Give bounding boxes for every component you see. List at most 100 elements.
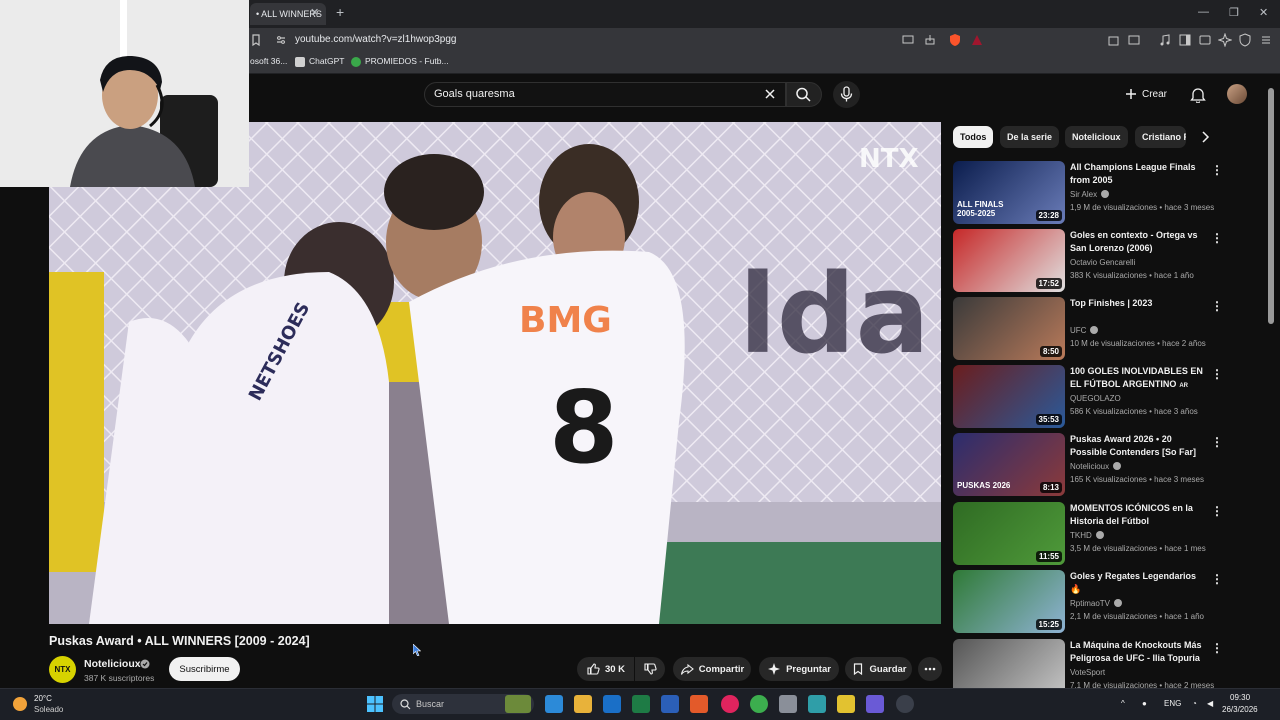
rec-thumbnail[interactable]: 35:53 [953, 365, 1065, 428]
rec-channel[interactable]: Noteliciouх [1070, 462, 1122, 471]
bookmark-chatgpt[interactable]: ChatGPT [309, 56, 344, 66]
brave-rewards-icon[interactable] [970, 33, 984, 47]
voice-search-button[interactable] [833, 81, 860, 108]
excel-icon[interactable] [632, 695, 650, 713]
browser-menu-icon[interactable] [1259, 33, 1273, 47]
rec-thumbnail[interactable]: 17:52 [953, 229, 1065, 292]
rec-thumbnail[interactable]: 11:55 [953, 502, 1065, 565]
wifi-icon[interactable]: ◔ [1192, 699, 1197, 708]
more-vertical-icon[interactable]: ⋮ [1211, 367, 1223, 381]
rec-thumbnail[interactable]: 15:25 [953, 570, 1065, 633]
site-settings-icon[interactable] [274, 33, 288, 47]
rec-item[interactable]: 35:53 100 GOLES INOLVIDABLES EN EL FÚTBOL… [953, 365, 1233, 429]
vpn-shield-icon[interactable] [1238, 33, 1252, 47]
search-button[interactable] [786, 82, 822, 107]
more-vertical-icon[interactable]: ⋮ [1211, 299, 1223, 313]
save-button[interactable]: Guardar [845, 657, 912, 681]
rec-title[interactable]: MOMENTOS ICÓNICOS en la Historia del Fút… [1070, 502, 1206, 528]
rec-title[interactable]: Goles y Regates Legendarios 🔥 [1070, 570, 1206, 596]
ask-button[interactable]: Preguntar [759, 657, 839, 681]
rec-channel[interactable]: RptimaoTV [1070, 599, 1123, 608]
rec-title[interactable]: Top Finishes | 2023 [1070, 297, 1206, 310]
rec-channel[interactable]: UFC [1070, 326, 1099, 335]
notifications-bell-icon[interactable] [1190, 86, 1206, 103]
create-button[interactable]: Crear [1124, 82, 1174, 106]
more-vertical-icon[interactable]: ⋮ [1211, 163, 1223, 177]
video-player[interactable]: lda BMG 8 NETSHOES NTX [49, 122, 941, 624]
chrome-icon[interactable] [750, 695, 768, 713]
app-icon-notification[interactable] [896, 695, 914, 713]
more-vertical-icon[interactable]: ⋮ [1211, 572, 1223, 586]
rec-title[interactable]: All Champions League Finals from 2005 [1070, 161, 1206, 187]
rec-thumbnail[interactable]: 8:50 [953, 297, 1065, 360]
dislike-button[interactable] [635, 657, 665, 681]
rec-thumbnail[interactable]: ALL FINALS 2005-2025 23:28 [953, 161, 1065, 224]
teams-icon[interactable] [866, 695, 884, 713]
rec-title[interactable]: 100 GOLES INOLVIDABLES EN EL FÚTBOL ARGE… [1070, 365, 1206, 392]
media-player-icon[interactable] [721, 695, 739, 713]
tab-close-icon[interactable]: ✕ [310, 6, 319, 19]
outlook-icon[interactable] [603, 695, 621, 713]
more-actions-button[interactable] [918, 657, 942, 681]
clock-time[interactable]: 09:30 [1230, 693, 1250, 702]
url-field[interactable]: youtube.com/watch?v=zl1hwop3pgg [295, 34, 457, 45]
rec-item[interactable]: 11:55 MOMENTOS ICÓNICOS en la Historia de… [953, 502, 1233, 566]
weather-sun-icon[interactable] [13, 697, 27, 711]
more-vertical-icon[interactable]: ⋮ [1211, 231, 1223, 245]
rec-item[interactable]: PUSKAS 2026 8:13 Puskas Award 2026 • 20 Po… [953, 433, 1233, 497]
rec-item[interactable]: ALL FINALS 2005-2025 23:28 All Champions L… [953, 161, 1233, 225]
chevron-right-icon[interactable] [1198, 130, 1212, 144]
cast-icon[interactable] [901, 33, 915, 47]
chip-channel[interactable]: Noteliciouх [1065, 126, 1128, 148]
volume-icon[interactable]: ◀ [1207, 699, 1213, 708]
bookmark-icon[interactable] [249, 33, 263, 47]
minimize-icon[interactable]: — [1198, 6, 1209, 18]
rec-thumbnail[interactable]: PUSKAS 2026 8:13 [953, 433, 1065, 496]
vscode-icon[interactable] [545, 695, 563, 713]
extensions-icon[interactable] [1107, 33, 1121, 47]
like-button[interactable]: 30 K [577, 657, 634, 681]
bookmark-microsoft[interactable]: osoft 36... [250, 56, 287, 66]
rec-channel[interactable]: TKHD [1070, 531, 1104, 540]
maximize-icon[interactable]: ❐ [1229, 6, 1239, 19]
chip-cristiano[interactable]: Cristiano R [1135, 126, 1186, 148]
account-avatar[interactable] [1227, 84, 1247, 104]
scrollbar-thumb[interactable] [1268, 88, 1274, 324]
more-vertical-icon[interactable]: ⋮ [1211, 504, 1223, 518]
channel-avatar[interactable]: NTX [49, 656, 76, 683]
system-tray-chevron-icon[interactable]: ^ [1121, 699, 1125, 708]
chip-from-series[interactable]: De la serie [1000, 126, 1059, 148]
microphone-tray-icon[interactable]: ● [1142, 699, 1147, 708]
new-tab-button[interactable]: + [336, 4, 344, 20]
bookmark-promiedos[interactable]: PROMIEDOS - Futb... [365, 56, 449, 66]
rec-item[interactable]: 17:52 Goles en contexto - Ortega vs San L… [953, 229, 1233, 293]
rec-title[interactable]: La Máquina de Knockouts Más Peligrosa de… [1070, 639, 1206, 665]
sidebar-icon[interactable] [1178, 33, 1192, 47]
app-icon-store[interactable] [837, 695, 855, 713]
rec-title[interactable]: Puskas Award 2026 • 20 Possible Contende… [1070, 433, 1206, 459]
brave-shield-icon[interactable] [948, 33, 962, 47]
clock-date[interactable]: 26/3/2026 [1222, 705, 1258, 714]
start-menu-icon[interactable] [366, 695, 384, 713]
screenshot-icon[interactable] [1127, 33, 1141, 47]
channel-name[interactable]: Noteliciouх [84, 658, 141, 670]
wallet-icon[interactable] [1198, 33, 1212, 47]
rec-channel[interactable]: VoteSport [1070, 668, 1105, 677]
clear-search-icon[interactable] [763, 87, 777, 101]
word-icon[interactable] [661, 695, 679, 713]
app-icon-teal[interactable] [808, 695, 826, 713]
share-button[interactable]: Compartir [673, 657, 751, 681]
subscribe-button[interactable]: Suscribirme [169, 657, 240, 681]
rec-item[interactable]: 15:25 Goles y Regates Legendarios 🔥 Rptimao… [953, 570, 1233, 634]
more-vertical-icon[interactable]: ⋮ [1211, 641, 1223, 655]
share-page-icon[interactable] [923, 33, 937, 47]
file-explorer-icon[interactable] [574, 695, 592, 713]
ai-assistant-icon[interactable] [1218, 33, 1232, 47]
rec-item[interactable]: 8:50 Top Finishes | 2023 UFC 10 M de visual… [953, 297, 1233, 361]
rec-channel[interactable]: Sir Alex [1070, 190, 1110, 199]
rec-title[interactable]: Goles en contexto - Ortega vs San Lorenz… [1070, 229, 1206, 255]
rec-channel[interactable]: Octavio Gencarelli [1070, 258, 1135, 267]
rec-channel[interactable]: QUEGOLAZO [1070, 394, 1121, 403]
more-vertical-icon[interactable]: ⋮ [1211, 435, 1223, 449]
brave-taskbar-icon[interactable] [690, 695, 708, 713]
